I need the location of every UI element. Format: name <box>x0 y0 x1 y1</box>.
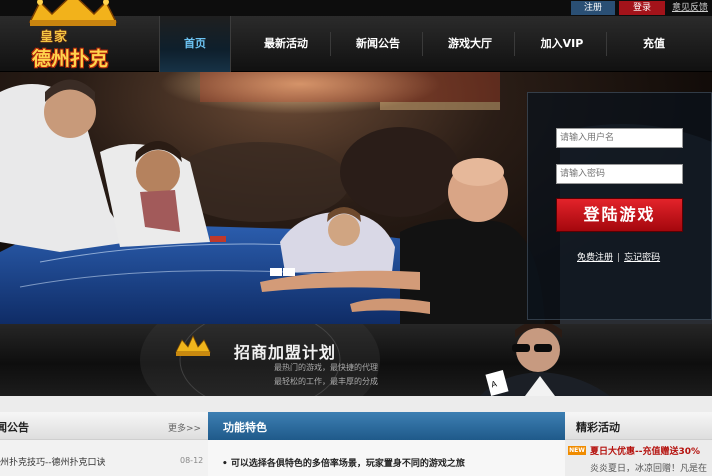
nav-home[interactable]: 首页 <box>159 16 231 72</box>
news-more-link[interactable]: 更多>> <box>168 421 201 434</box>
nav-game-lobby[interactable]: 游戏大厅 <box>432 16 508 72</box>
link-divider: | <box>617 253 621 263</box>
login-links: 免费注册 | 忘记密码 <box>577 250 660 263</box>
nav-divider <box>422 32 423 56</box>
new-badge: NEW <box>568 446 586 455</box>
news-panel-title: 闻公告 <box>0 421 29 434</box>
events-panel-title: 精彩活动 <box>576 421 620 434</box>
enter-game-button[interactable]: 登陆游戏 <box>556 198 683 232</box>
nav-recharge[interactable]: 充值 <box>616 16 692 72</box>
banner-line2: 最轻松的工作，最丰厚的分成 <box>274 377 378 386</box>
page: 注册 登录 意见反馈 皇家 德州扑克 首页 最新活动 新闻公告 游戏大厅 加入V… <box>0 0 712 476</box>
news-item[interactable]: 州扑克技巧--德州扑克口诀 <box>0 455 106 468</box>
nav-news[interactable]: 新闻公告 <box>340 16 416 72</box>
forgot-password-link[interactable]: 忘记密码 <box>624 253 660 263</box>
logo-text-top: 皇家 <box>40 30 69 45</box>
nav-latest-events[interactable]: 最新活动 <box>248 16 324 72</box>
promo-item-title[interactable]: 夏日大优惠--充值赠送30% <box>590 444 700 457</box>
feature-item: • 可以选择各俱特色的多倍率场景，玩家置身不同的游戏之旅 <box>222 459 465 469</box>
feedback-link[interactable]: 意见反馈 <box>670 1 710 15</box>
banner-line1: 最热门的游戏，最快捷的代理 <box>274 363 378 372</box>
nav-join-vip[interactable]: 加入VIP <box>524 16 600 72</box>
register-button[interactable]: 注册 <box>571 1 615 15</box>
login-button[interactable]: 登录 <box>619 1 665 15</box>
news-item-date: 08-12 <box>180 456 204 465</box>
nav-divider <box>514 32 515 56</box>
features-panel-title: 功能特色 <box>223 421 267 434</box>
banner-title: 招商加盟计划 <box>234 343 337 362</box>
nav-divider <box>330 32 331 56</box>
nav-divider <box>606 32 607 56</box>
free-register-link[interactable]: 免费注册 <box>577 253 613 263</box>
password-input[interactable] <box>556 164 683 184</box>
logo-text-main: 德州扑克 <box>32 48 109 70</box>
username-input[interactable] <box>556 128 683 148</box>
promo-item-desc: 炎炎夏日，冰凉回赠！凡是在 <box>590 464 708 474</box>
